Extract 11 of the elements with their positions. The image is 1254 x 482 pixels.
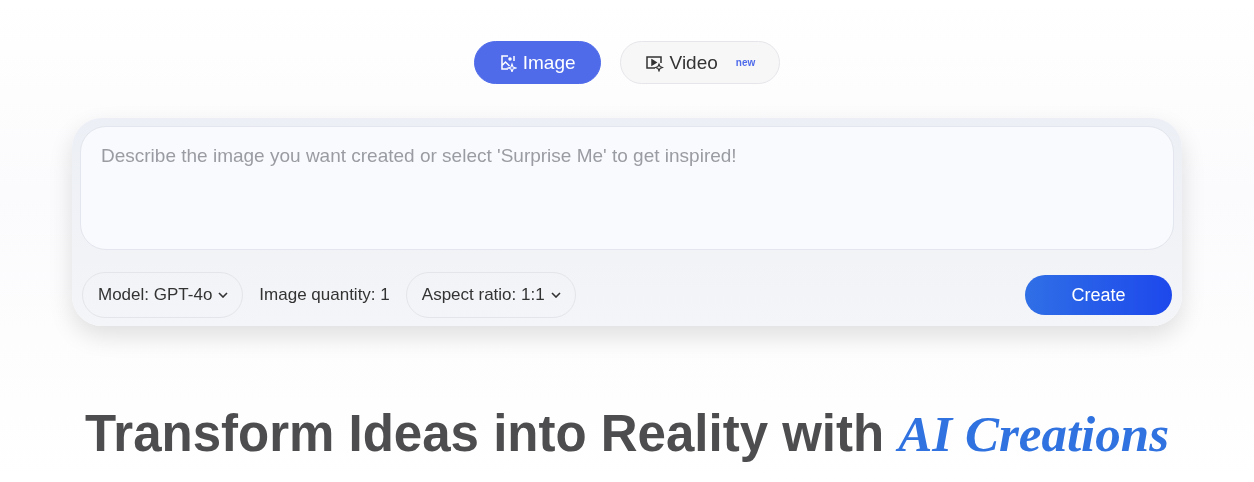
create-button[interactable]: Create <box>1025 275 1172 315</box>
chevron-down-icon <box>550 292 561 298</box>
mode-tab[interactable]: Image <box>473 41 601 84</box>
option-label: Image quantity: 1 <box>259 285 390 305</box>
video-sparkle-icon <box>644 53 664 72</box>
chevron-down-icon <box>218 292 229 298</box>
image-sparkle-icon <box>498 53 517 72</box>
mode-tab[interactable]: Video new <box>619 41 781 84</box>
page-heading: Transform Ideas into Reality with AI Creations <box>85 404 1169 463</box>
prompt-field[interactable]: Describe the image you want created or select 'Surprise Me' to get inspired! <box>80 126 1174 250</box>
new-label: new <box>735 57 756 68</box>
